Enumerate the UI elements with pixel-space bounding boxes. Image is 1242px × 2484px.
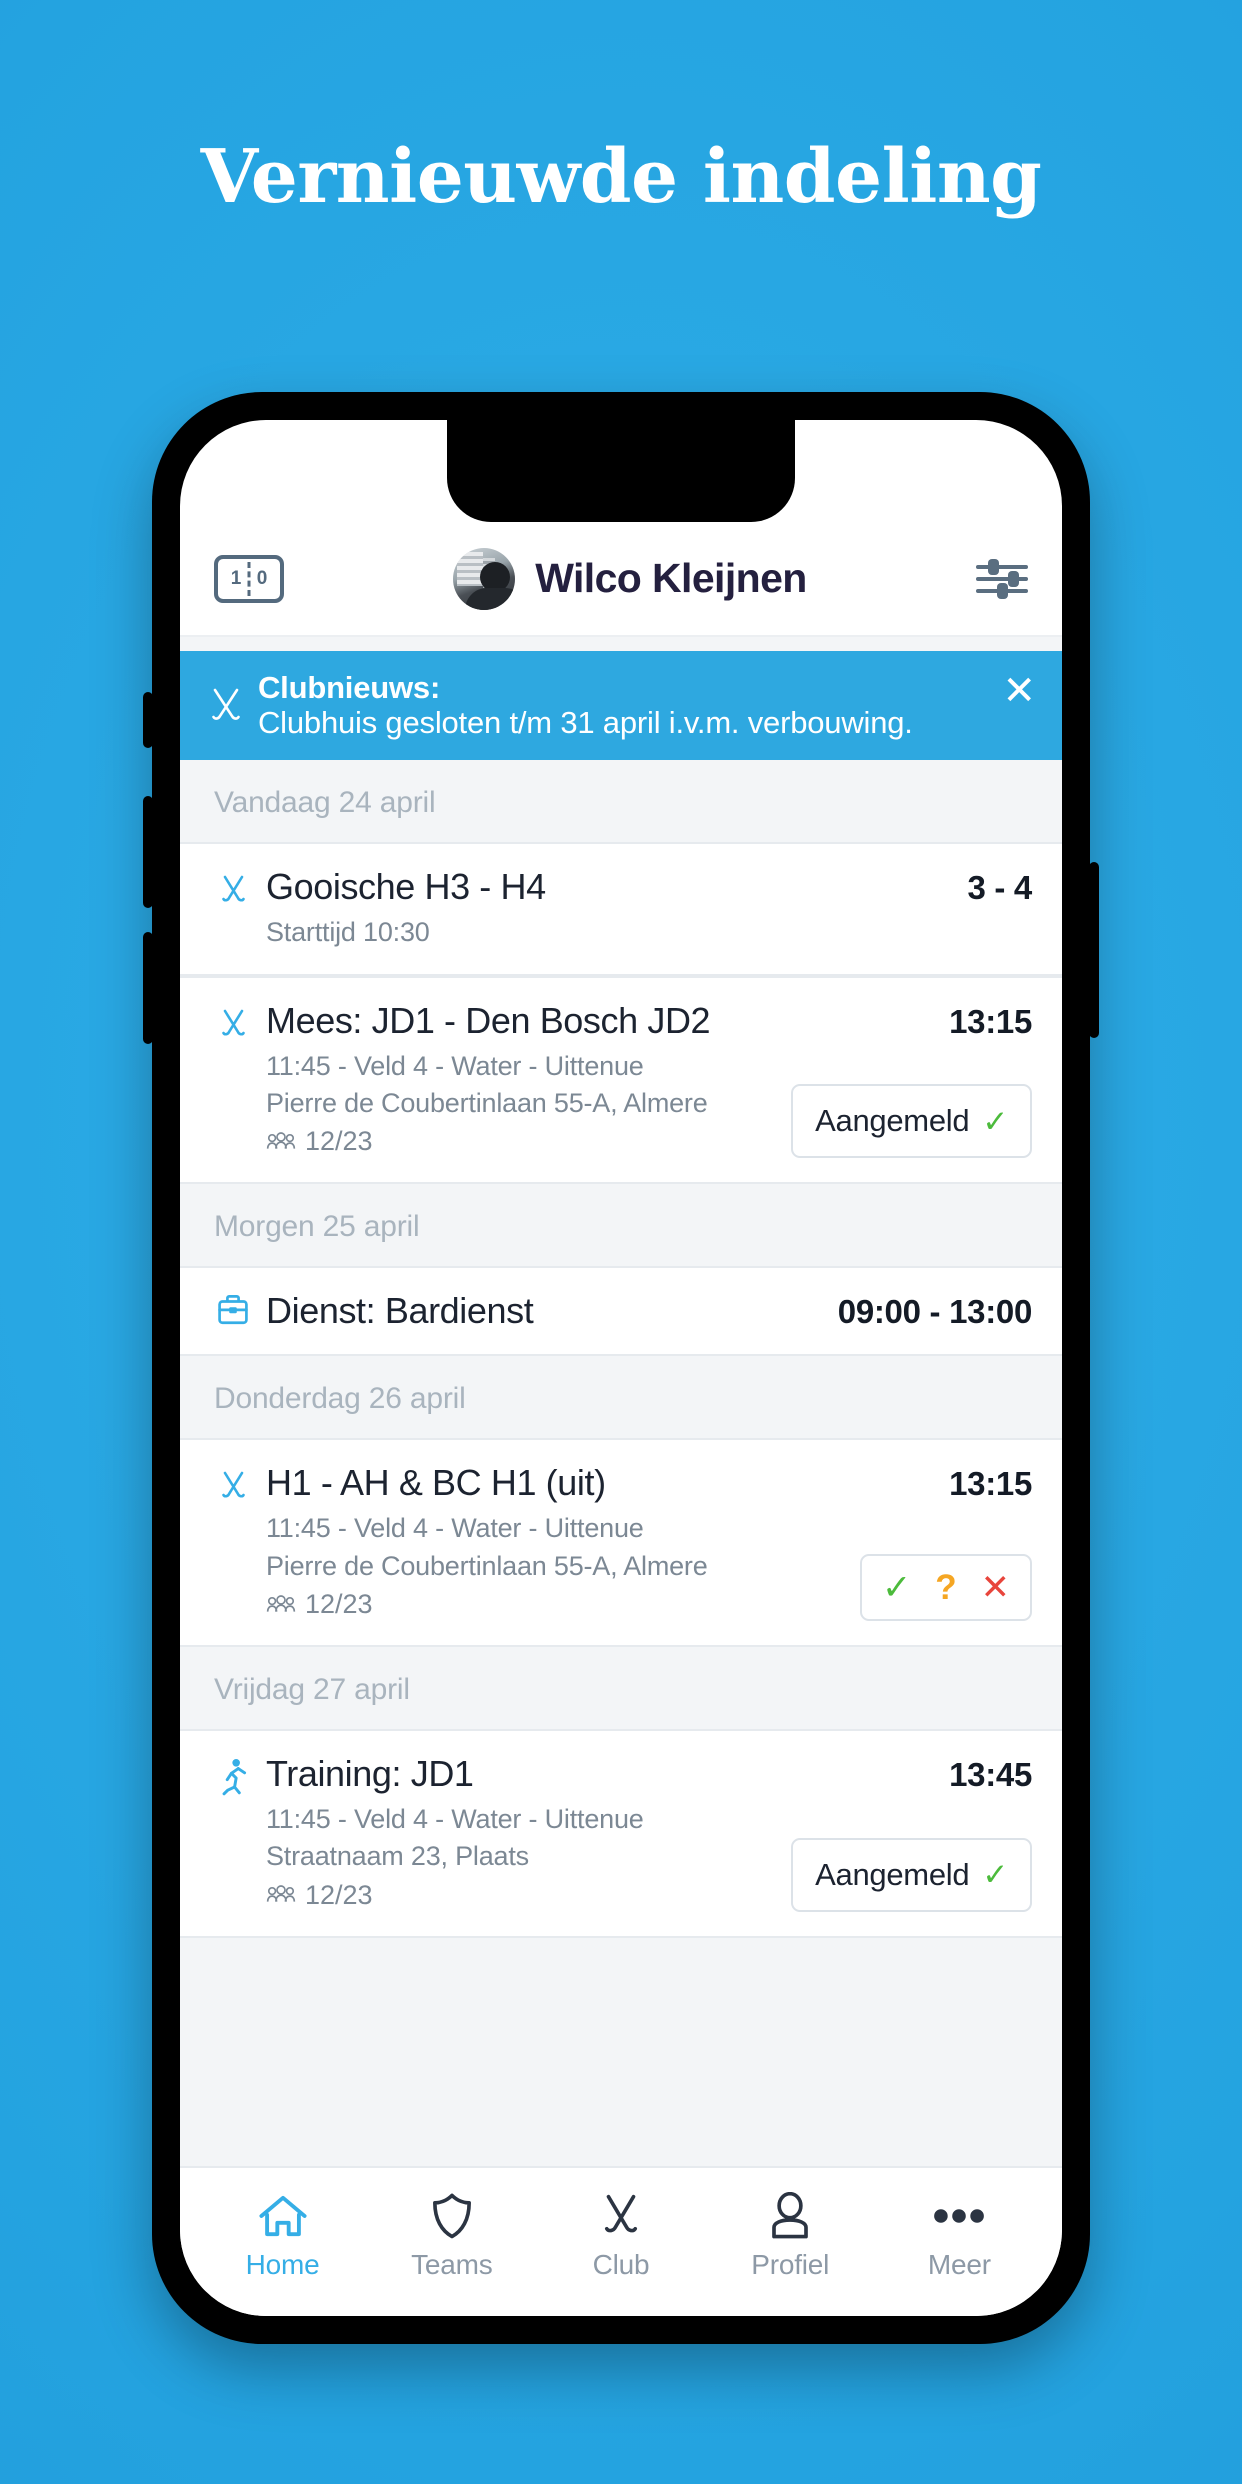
event-time: 13:45 bbox=[949, 1756, 1032, 1794]
event-location: Pierre de Coubertinlaan 55-A, Almere bbox=[266, 1550, 708, 1581]
event-title: Mees: JD1 - Den Bosch JD2 bbox=[266, 999, 711, 1041]
cross-icon[interactable]: ✕ bbox=[981, 1570, 1010, 1605]
event-attendance: 12/23 bbox=[266, 1123, 775, 1160]
list-item[interactable]: Gooische H3 - H4 3 - 4 Starttijd 10:30 bbox=[180, 842, 1062, 976]
people-icon bbox=[266, 1131, 296, 1149]
phone-mute-button[interactable] bbox=[143, 692, 153, 748]
question-icon[interactable]: ? bbox=[935, 1570, 956, 1605]
event-meta-line: 11:45 - Veld 4 - Water - Uittenue bbox=[266, 1050, 644, 1081]
event-title: Gooische H3 - H4 bbox=[266, 866, 546, 908]
phone-notch bbox=[447, 420, 795, 522]
sliders-icon[interactable] bbox=[976, 557, 1028, 601]
hockey-sticks-icon bbox=[210, 1004, 256, 1044]
check-icon[interactable]: ✓ bbox=[882, 1570, 911, 1605]
event-attendance: 12/23 bbox=[266, 1586, 844, 1623]
event-time-range: 09:00 - 13:00 bbox=[837, 1293, 1033, 1331]
app-header: 1 0 Wilco Kleijnen bbox=[180, 522, 1062, 637]
tab-label: Meer bbox=[927, 2249, 991, 2280]
hockey-sticks-icon bbox=[596, 2189, 646, 2243]
runner-icon bbox=[210, 1757, 256, 1797]
page-title: Vernieuwde indeling bbox=[200, 134, 1042, 220]
tab-profiel[interactable]: Profiel bbox=[706, 2189, 875, 2281]
event-location: Pierre de Coubertinlaan 55-A, Almere bbox=[266, 1087, 708, 1118]
aangemeld-button[interactable]: Aangemeld ✓ bbox=[791, 1084, 1032, 1159]
hockey-sticks-icon bbox=[202, 682, 250, 730]
date-header: Vrijdag 27 april bbox=[180, 1647, 1062, 1730]
attendance-count: 12/23 bbox=[305, 1588, 373, 1619]
event-title: H1 - AH & BC H1 (uit) bbox=[266, 1462, 606, 1504]
aangemeld-button[interactable]: Aangemeld ✓ bbox=[791, 1837, 1032, 1912]
event-location: Straatnaam 23, Plaats bbox=[266, 1841, 529, 1872]
header-user[interactable]: Wilco Kleijnen bbox=[284, 547, 976, 610]
list-item[interactable]: Dienst: Bardienst 09:00 - 13:00 bbox=[180, 1266, 1062, 1357]
tab-label: Club bbox=[592, 2249, 650, 2280]
scoreboard-icon[interactable]: 1 0 bbox=[214, 554, 284, 603]
aangemeld-label: Aangemeld bbox=[815, 1856, 970, 1892]
list-item[interactable]: H1 - AH & BC H1 (uit) 13:15 11:45 - Veld… bbox=[180, 1438, 1062, 1648]
people-icon bbox=[266, 1594, 296, 1612]
aangemeld-label: Aangemeld bbox=[815, 1103, 970, 1139]
availability-button-group[interactable]: ✓ ? ✕ bbox=[859, 1554, 1032, 1622]
event-title: Dienst: Bardienst bbox=[266, 1290, 534, 1332]
tab-home[interactable]: Home bbox=[198, 2189, 367, 2281]
scoreboard-left-score: 1 bbox=[230, 568, 242, 589]
date-header: Morgen 25 april bbox=[180, 1184, 1062, 1267]
scoreboard-divider bbox=[247, 561, 251, 596]
user-name: Wilco Kleijnen bbox=[535, 555, 807, 601]
hockey-sticks-icon bbox=[210, 1466, 256, 1506]
club-news-text: Clubnieuws: Clubhuis gesloten t/m 31 apr… bbox=[258, 670, 998, 740]
tab-meer[interactable]: Meer bbox=[875, 2189, 1044, 2281]
event-meta-line: 11:45 - Veld 4 - Water - Uittenue bbox=[266, 1513, 644, 1544]
event-title: Training: JD1 bbox=[266, 1753, 474, 1795]
event-attendance: 12/23 bbox=[266, 1877, 775, 1914]
event-meta-line: Starttijd 10:30 bbox=[266, 917, 430, 948]
tab-teams[interactable]: Teams bbox=[367, 2189, 536, 2281]
check-icon: ✓ bbox=[982, 1857, 1008, 1893]
phone-volume-up-button[interactable] bbox=[143, 796, 153, 908]
event-meta-line: 11:45 - Veld 4 - Water - Uittenue bbox=[266, 1804, 644, 1835]
poster-canvas: Vernieuwde indeling 1 0 Wilco Kleijnen C… bbox=[0, 0, 1242, 2484]
hockey-sticks-icon bbox=[210, 870, 256, 910]
list-item[interactable]: Training: JD1 13:45 11:45 - Veld 4 - Wat… bbox=[180, 1729, 1062, 1938]
phone-frame: 1 0 Wilco Kleijnen Clubnieuws: Clubhuis … bbox=[143, 392, 1099, 2344]
phone-screen: 1 0 Wilco Kleijnen Clubnieuws: Clubhuis … bbox=[180, 420, 1062, 2316]
tab-label: Profiel bbox=[751, 2249, 830, 2280]
date-header: Donderdag 26 april bbox=[180, 1356, 1062, 1439]
event-score: 3 - 4 bbox=[967, 869, 1032, 907]
tab-club[interactable]: Club bbox=[536, 2189, 705, 2281]
avatar[interactable] bbox=[453, 547, 516, 610]
phone-volume-down-button[interactable] bbox=[143, 932, 153, 1044]
home-icon bbox=[258, 2189, 308, 2243]
event-time: 13:15 bbox=[949, 1465, 1032, 1503]
club-news-banner[interactable]: Clubnieuws: Clubhuis gesloten t/m 31 apr… bbox=[180, 651, 1062, 761]
shield-icon bbox=[431, 2189, 473, 2243]
event-time: 13:15 bbox=[949, 1002, 1032, 1040]
scoreboard-right-score: 0 bbox=[256, 568, 268, 589]
attendance-count: 12/23 bbox=[305, 1126, 373, 1157]
tab-label: Home bbox=[245, 2249, 320, 2280]
date-header: Vandaag 24 april bbox=[180, 760, 1062, 843]
people-icon bbox=[266, 1885, 296, 1903]
bottom-tab-bar: Home Teams Club Profiel Meer bbox=[180, 2166, 1062, 2316]
tab-label: Teams bbox=[411, 2249, 493, 2280]
check-icon: ✓ bbox=[982, 1103, 1008, 1139]
close-icon[interactable]: ✕ bbox=[998, 671, 1040, 711]
list-bottom-spacer bbox=[180, 1937, 1062, 2012]
club-news-title: Clubnieuws: bbox=[258, 670, 441, 705]
ellipsis-icon bbox=[933, 2189, 985, 2243]
person-icon bbox=[768, 2189, 812, 2243]
agenda-scroll-area[interactable]: Clubnieuws: Clubhuis gesloten t/m 31 apr… bbox=[180, 637, 1062, 2166]
briefcase-icon bbox=[210, 1293, 256, 1329]
list-item[interactable]: Mees: JD1 - Den Bosch JD2 13:15 11:45 - … bbox=[180, 975, 1062, 1185]
attendance-count: 12/23 bbox=[305, 1879, 373, 1910]
club-news-message: Clubhuis gesloten t/m 31 april i.v.m. ve… bbox=[258, 704, 913, 740]
phone-power-button[interactable] bbox=[1089, 862, 1099, 1038]
